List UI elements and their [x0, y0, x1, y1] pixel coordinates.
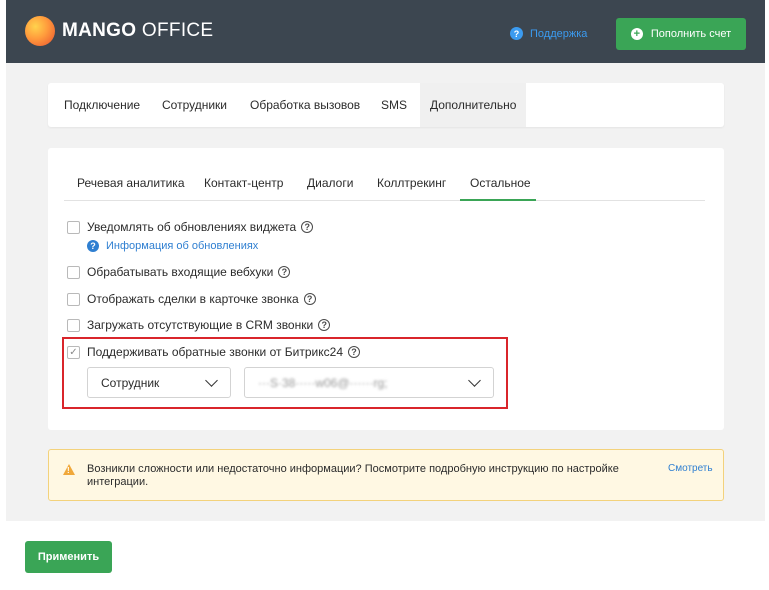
checkbox[interactable]	[67, 292, 80, 306]
tab-additional[interactable]: Дополнительно	[420, 83, 527, 127]
info-link-label: Информация об обновлениях	[106, 240, 259, 252]
question-circle-icon: ?	[87, 240, 99, 252]
tab-connection[interactable]: Подключение	[54, 83, 150, 127]
subtab-other[interactable]: Остальное	[470, 176, 531, 190]
help-icon[interactable]: ?	[318, 319, 331, 331]
top-up-label: Пополнить счет	[650, 28, 732, 40]
checkbox[interactable]	[67, 265, 80, 279]
updates-info-link[interactable]: ? Информация об обновлениях	[87, 240, 258, 252]
subtab-speech-analytics[interactable]: Речевая аналитика	[77, 176, 185, 190]
help-icon[interactable]: ?	[303, 293, 316, 305]
tab-employees[interactable]: Сотрудники	[152, 83, 237, 127]
option-label: Отображать сделки в карточке звонка	[87, 292, 299, 306]
tab-sms[interactable]: SMS	[371, 83, 417, 127]
checkbox[interactable]	[67, 318, 80, 332]
option-load-missing-calls[interactable]: Загружать отсутствующие в CRM звонки ?	[67, 318, 331, 332]
main-tabs-card: Подключение Сотрудники Обработка вызовов…	[48, 83, 724, 127]
option-show-deals[interactable]: Отображать сделки в карточке звонка ?	[67, 292, 316, 306]
support-label: Поддержка	[530, 27, 588, 40]
mango-office-logo[interactable]: MANGO OFFICE	[25, 16, 213, 46]
highlight-frame	[62, 337, 508, 409]
option-widget-updates[interactable]: Уведомлять об обновлениях виджета ?	[67, 220, 314, 234]
top-up-button[interactable]: + Пополнить счет	[616, 18, 746, 50]
help-icon[interactable]: ?	[278, 266, 291, 278]
active-tab-indicator	[460, 199, 536, 201]
checkbox[interactable]	[67, 220, 80, 234]
warning-view-link[interactable]: Смотреть	[668, 463, 713, 474]
option-label: Уведомлять об обновлениях виджета	[87, 220, 297, 234]
logo-circle-icon	[25, 16, 55, 46]
logo-text: MANGO OFFICE	[62, 20, 214, 41]
subtab-dialogs[interactable]: Диалоги	[307, 176, 353, 190]
subtab-calltracking[interactable]: Коллтрекинг	[377, 176, 446, 190]
top-bar: MANGO OFFICE ? Поддержка + Пополнить сче…	[6, 0, 765, 63]
support-link[interactable]: ? Поддержка	[510, 27, 587, 40]
warning-text: Возникли сложности или недостаточно инфо…	[87, 463, 619, 488]
warning-icon: !	[63, 464, 75, 475]
warning-banner: ! Возникли сложности или недостаточно ин…	[48, 449, 724, 501]
option-incoming-webhooks[interactable]: Обрабатывать входящие вебхуки ?	[67, 265, 291, 279]
help-icon[interactable]: ?	[301, 221, 314, 233]
tabs-divider	[64, 200, 705, 201]
plus-circle-icon: +	[630, 28, 643, 40]
question-circle-icon: ?	[510, 27, 523, 40]
apply-button[interactable]: Применить	[25, 541, 112, 573]
tab-call-processing[interactable]: Обработка вызовов	[240, 83, 370, 127]
option-label: Обрабатывать входящие вебхуки	[87, 265, 274, 279]
option-label: Загружать отсутствующие в CRM звонки	[87, 318, 314, 332]
subtab-contact-center[interactable]: Контакт-центр	[204, 176, 283, 190]
